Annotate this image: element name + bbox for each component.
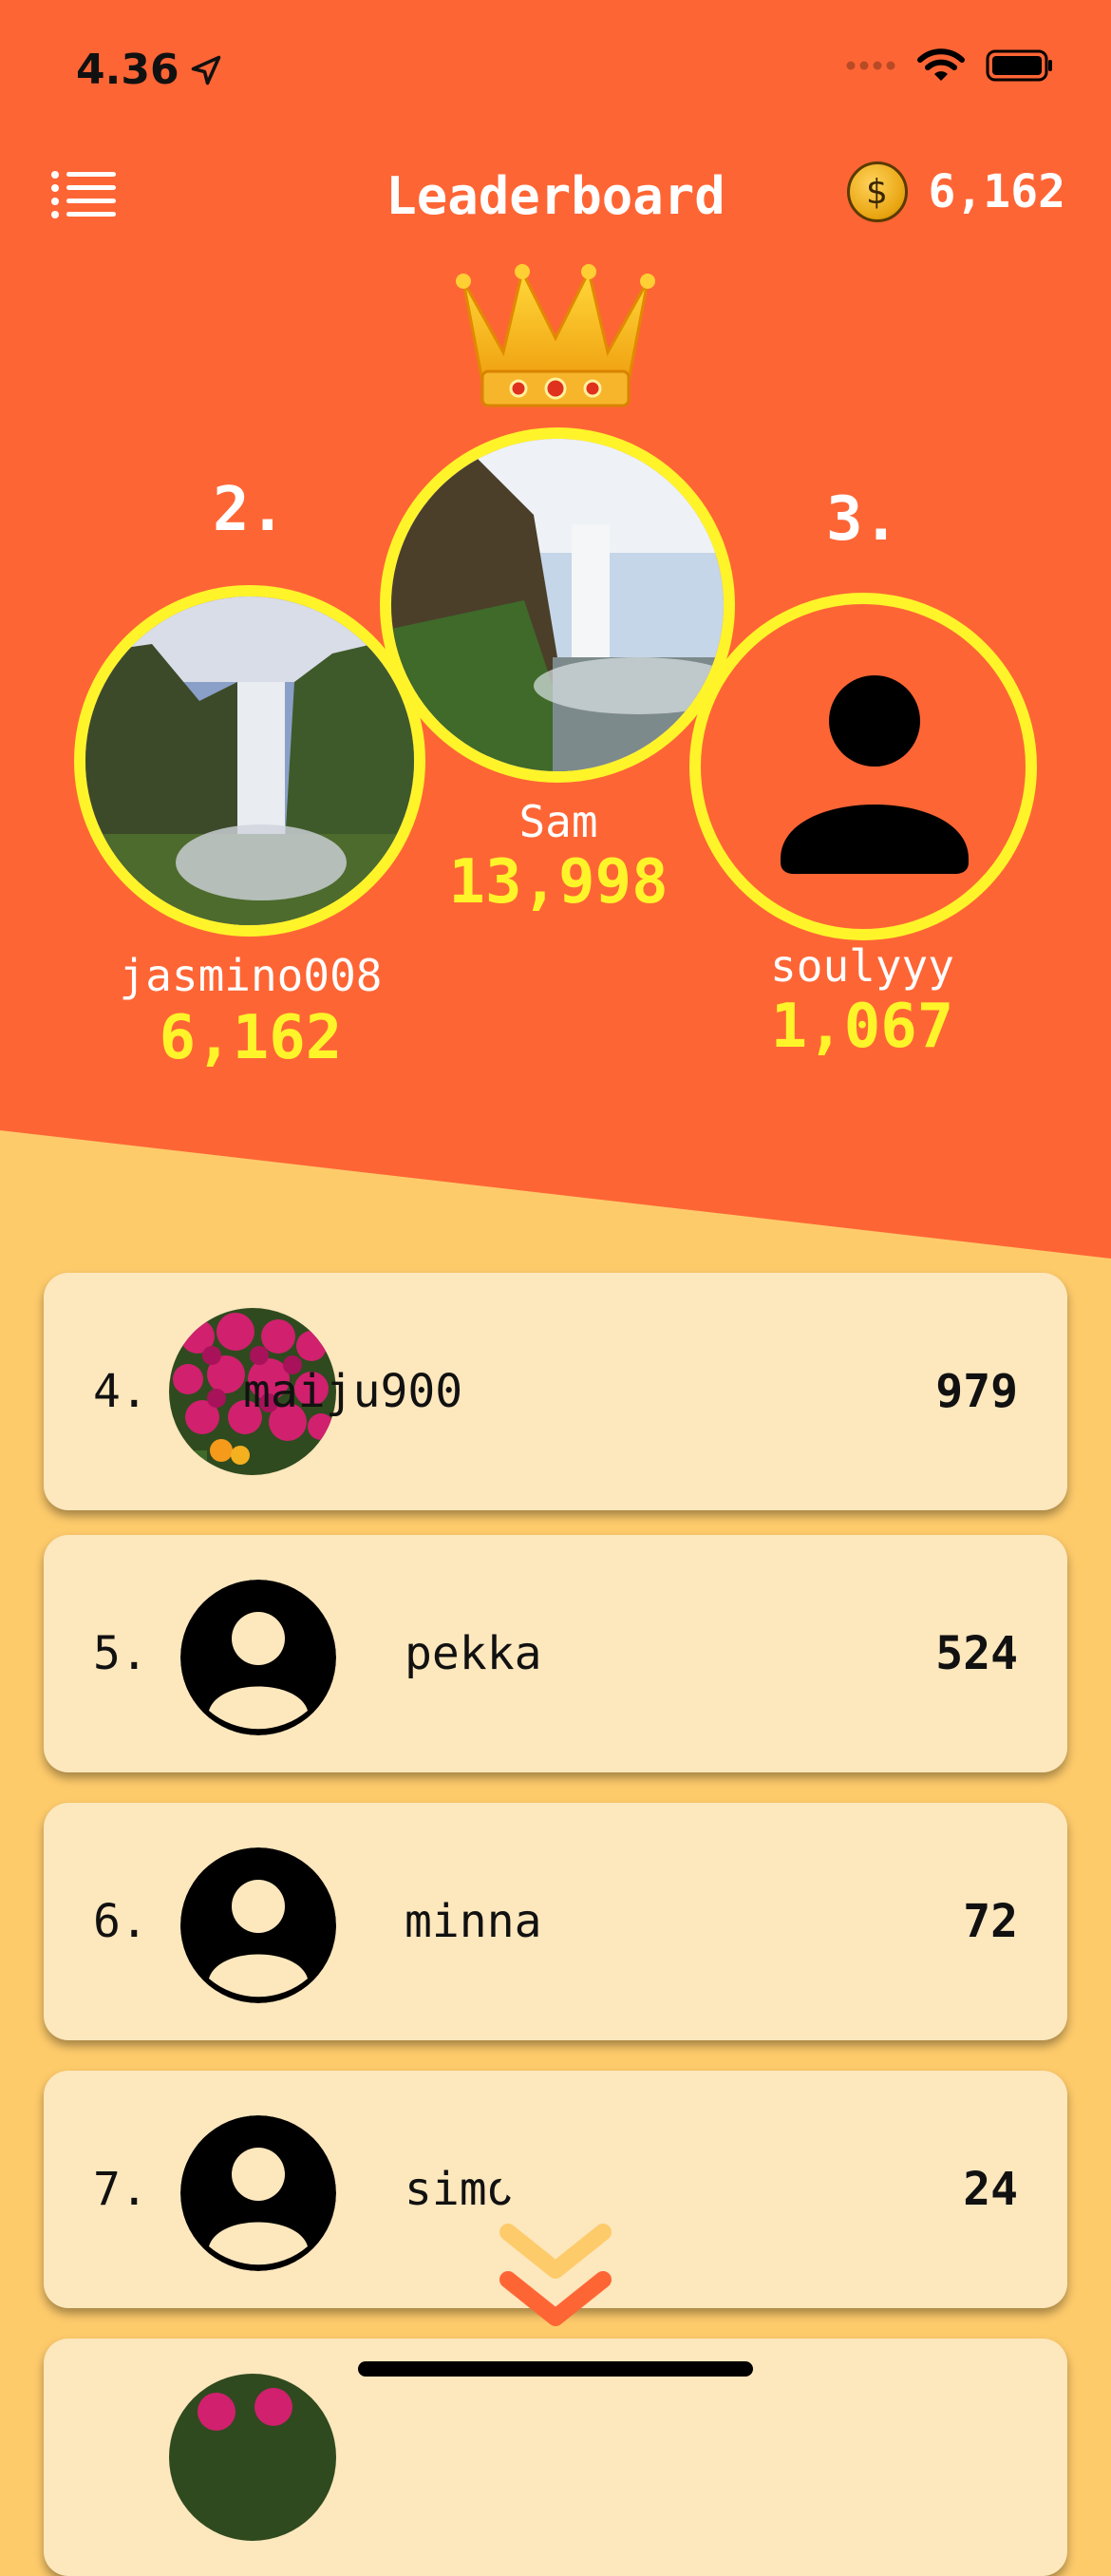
first-place-avatar[interactable] bbox=[380, 427, 735, 783]
default-avatar bbox=[180, 1580, 336, 1735]
first-place-name: Sam bbox=[518, 796, 598, 847]
battery-icon bbox=[986, 49, 1052, 82]
coin-count: 6,162 bbox=[928, 165, 1066, 218]
coin-icon: $ bbox=[846, 161, 908, 222]
home-indicator[interactable] bbox=[358, 2361, 753, 2377]
crown-icon bbox=[456, 264, 655, 407]
flowers-photo-avatar bbox=[169, 2374, 336, 2541]
leaderboard-row[interactable]: 5. pekka 524 bbox=[44, 1535, 1067, 1772]
cliff-waterfall-photo-image bbox=[391, 439, 724, 771]
row-score: 24 bbox=[963, 2163, 1018, 2216]
default-user-icon bbox=[781, 675, 969, 874]
coin-balance[interactable]: $ 6,162 bbox=[846, 161, 1066, 222]
row-username: minna bbox=[405, 1895, 542, 1948]
location-arrow-icon bbox=[191, 55, 220, 85]
status-bar-time: 4.36 bbox=[76, 46, 223, 94]
row-rank: 7. bbox=[93, 2163, 148, 2216]
user-circle-icon bbox=[180, 1847, 336, 2003]
status-time-text: 4.36 bbox=[76, 46, 179, 94]
leaderboard-row[interactable]: 4. maiju900 979 bbox=[44, 1273, 1067, 1510]
user-circle-icon bbox=[180, 1580, 336, 1735]
row-rank: 6. bbox=[93, 1895, 148, 1948]
default-avatar bbox=[180, 2115, 336, 2271]
row-rank: 4. bbox=[93, 1365, 148, 1418]
row-rank: 5. bbox=[93, 1627, 148, 1680]
second-place-name: jasmino008 bbox=[119, 950, 383, 1001]
third-place-score: 1,067 bbox=[770, 992, 954, 1062]
cellular-signal-icon bbox=[846, 61, 895, 70]
waterfall-photo-image bbox=[85, 597, 414, 925]
flowers-photo-image bbox=[169, 2374, 336, 2541]
third-place-name: soulyyy bbox=[770, 940, 954, 992]
user-circle-icon bbox=[180, 2115, 336, 2271]
second-place-rank: 2. bbox=[213, 475, 287, 545]
wifi-icon bbox=[917, 48, 965, 81]
second-place-score: 6,162 bbox=[159, 1003, 343, 1073]
leaderboard-row[interactable]: 6. minna 72 bbox=[44, 1803, 1067, 2040]
scroll-down-chevron-icon[interactable] bbox=[499, 2175, 612, 2337]
row-score: 524 bbox=[935, 1627, 1018, 1680]
third-place-rank: 3. bbox=[826, 484, 900, 555]
row-score: 72 bbox=[963, 1895, 1018, 1948]
default-avatar bbox=[180, 1847, 336, 2003]
third-place-avatar[interactable] bbox=[689, 593, 1037, 940]
row-username: pekka bbox=[405, 1627, 542, 1680]
row-username: maiju900 bbox=[243, 1365, 463, 1418]
status-bar-indicators bbox=[845, 47, 1054, 84]
first-place-score: 13,998 bbox=[448, 847, 668, 918]
row-score: 979 bbox=[935, 1365, 1018, 1418]
